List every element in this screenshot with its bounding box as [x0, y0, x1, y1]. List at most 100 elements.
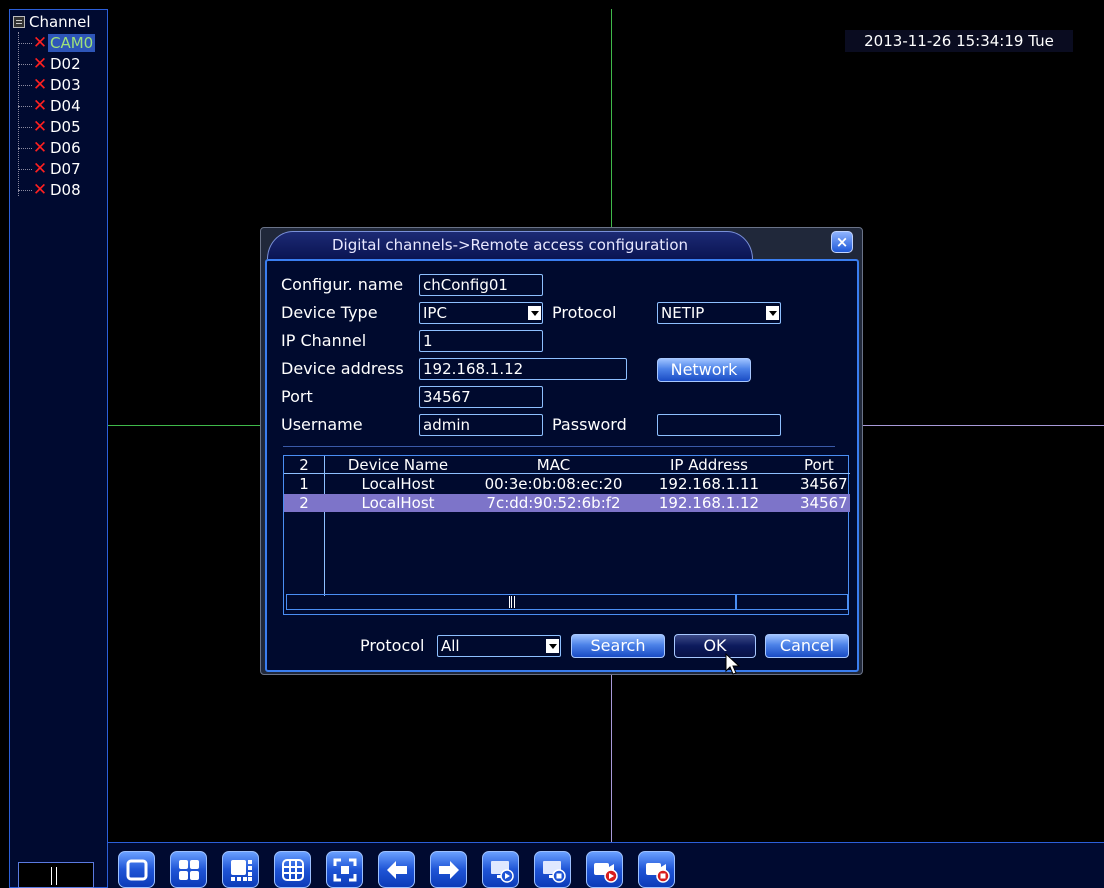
- device-type-label: Device Type: [281, 303, 378, 322]
- record-stop-icon: [646, 863, 670, 883]
- arrow-left-icon: [387, 861, 407, 879]
- device-table: 2 Device Name MAC IP Address Port 1 Loca…: [283, 455, 850, 615]
- eight-view-button[interactable]: [222, 851, 259, 888]
- disconnected-x-icon: ✕: [32, 158, 48, 179]
- disconnected-x-icon: ✕: [32, 95, 48, 116]
- port-input[interactable]: 34567: [419, 386, 543, 408]
- ip-channel-label: IP Channel: [281, 331, 367, 350]
- tree-item-d03[interactable]: ✕ D03: [18, 75, 83, 95]
- config-name-input[interactable]: chConfig01: [419, 274, 543, 296]
- nine-view-icon: [282, 859, 304, 881]
- search-button[interactable]: Search: [571, 634, 665, 658]
- row-mac: 00:3e:0b:08:ec:20: [484, 475, 623, 493]
- header-port[interactable]: Port: [804, 456, 850, 474]
- filter-protocol-value: All: [441, 637, 460, 655]
- disconnected-x-icon: ✕: [32, 74, 48, 95]
- grid-divider: [611, 675, 612, 842]
- tree-connector: [18, 84, 32, 86]
- table-row[interactable]: 1 LocalHost 00:3e:0b:08:ec:20 192.168.1.…: [284, 475, 850, 493]
- next-button[interactable]: [430, 851, 467, 888]
- tree-item-label: D05: [50, 118, 81, 136]
- disconnected-x-icon: ✕: [32, 137, 48, 158]
- device-address-input[interactable]: 192.168.1.12: [419, 358, 627, 380]
- header-ip-address[interactable]: IP Address: [636, 456, 782, 474]
- table-count: 2: [299, 456, 309, 474]
- chevron-down-icon: [546, 639, 559, 653]
- bottom-toolbar: [108, 842, 1104, 888]
- row-mac: 7c:dd:90:52:6b:f2: [486, 494, 621, 512]
- close-button[interactable]: ×: [831, 231, 853, 253]
- record-settings-button[interactable]: [534, 851, 571, 888]
- password-input[interactable]: [657, 414, 781, 436]
- cancel-button[interactable]: Cancel: [765, 634, 849, 658]
- record-stop-button[interactable]: [638, 851, 675, 888]
- row-port: 34567: [800, 494, 848, 512]
- protocol-select[interactable]: NETIP: [657, 302, 781, 324]
- network-button[interactable]: Network: [657, 358, 751, 382]
- tree-item-d06[interactable]: ✕ D06: [18, 138, 83, 158]
- tree-connector: [18, 42, 32, 44]
- tree-item-d05[interactable]: ✕ D05: [18, 117, 83, 137]
- device-type-value: IPC: [423, 304, 447, 322]
- port-label: Port: [281, 387, 313, 406]
- protocol-label: Protocol: [552, 303, 617, 322]
- previous-button[interactable]: [378, 851, 415, 888]
- tree-item-d07[interactable]: ✕ D07: [18, 159, 83, 179]
- dialog-title: Digital channels->Remote access configur…: [331, 236, 689, 254]
- list-icon: [13, 16, 25, 28]
- header-mac[interactable]: MAC: [471, 456, 636, 474]
- filter-protocol-select[interactable]: All: [437, 635, 561, 657]
- grid-divider: [611, 9, 612, 227]
- dialog-title-tab: Digital channels->Remote access configur…: [267, 231, 753, 259]
- row-index: 1: [299, 475, 309, 493]
- disconnected-x-icon: ✕: [32, 32, 48, 53]
- eight-view-icon: [231, 860, 252, 881]
- quad-view-button[interactable]: [170, 851, 207, 888]
- tree-connector: [18, 189, 32, 191]
- row-index: 2: [299, 494, 309, 512]
- scroll-thumb[interactable]: [287, 595, 737, 609]
- row-ip: 192.168.1.11: [658, 475, 760, 493]
- disconnected-x-icon: ✕: [32, 53, 48, 74]
- nine-view-button[interactable]: [274, 851, 311, 888]
- playback-button[interactable]: [482, 851, 519, 888]
- tree-item-label: D08: [50, 181, 81, 199]
- header-device-name[interactable]: Device Name: [325, 456, 471, 474]
- single-view-button[interactable]: [118, 851, 155, 888]
- tree-item-d02[interactable]: ✕ D02: [18, 54, 83, 74]
- chevron-down-icon: [528, 306, 541, 320]
- ok-button[interactable]: OK: [674, 634, 756, 658]
- tree-item-cam0[interactable]: ✕ CAM0: [18, 32, 96, 53]
- fullscreen-button[interactable]: [326, 851, 363, 888]
- tree-item-d08[interactable]: ✕ D08: [18, 180, 83, 200]
- username-input[interactable]: admin: [419, 414, 543, 436]
- tree-item-d04[interactable]: ✕ D04: [18, 96, 83, 116]
- ip-channel-input[interactable]: 1: [419, 330, 543, 352]
- mouse-cursor-icon: [725, 653, 741, 675]
- tree-item-label: D03: [50, 76, 81, 94]
- dialog-body: Configur. name chConfig01 Device Type IP…: [265, 259, 859, 672]
- row-device-name: LocalHost: [361, 475, 435, 493]
- scroll-grip-icon: [51, 867, 57, 885]
- config-name-label: Configur. name: [281, 275, 404, 294]
- channel-tree-title: Channel: [29, 13, 91, 31]
- close-icon: ×: [835, 233, 849, 251]
- tree-connector: [18, 63, 32, 65]
- tree-item-label: D07: [50, 160, 81, 178]
- device-type-select[interactable]: IPC: [419, 302, 543, 324]
- tree-connector: [18, 147, 32, 149]
- table-horizontal-scrollbar[interactable]: [286, 594, 848, 610]
- chevron-down-icon: [766, 306, 779, 320]
- tree-connector: [18, 126, 32, 128]
- remote-access-config-dialog: Digital channels->Remote access configur…: [260, 227, 863, 675]
- record-start-icon: [594, 863, 618, 883]
- table-row[interactable]: 2 LocalHost 7c:dd:90:52:6b:f2 192.168.1.…: [284, 494, 850, 512]
- tree-item-label: CAM0: [48, 34, 96, 52]
- protocol-value: NETIP: [661, 304, 705, 322]
- disconnected-x-icon: ✕: [32, 179, 48, 200]
- channel-tree-header[interactable]: Channel: [13, 13, 91, 31]
- record-start-button[interactable]: [586, 851, 623, 888]
- fullscreen-icon: [333, 858, 357, 882]
- sidebar-scrollbar[interactable]: [18, 862, 94, 888]
- device-address-label: Device address: [281, 359, 404, 378]
